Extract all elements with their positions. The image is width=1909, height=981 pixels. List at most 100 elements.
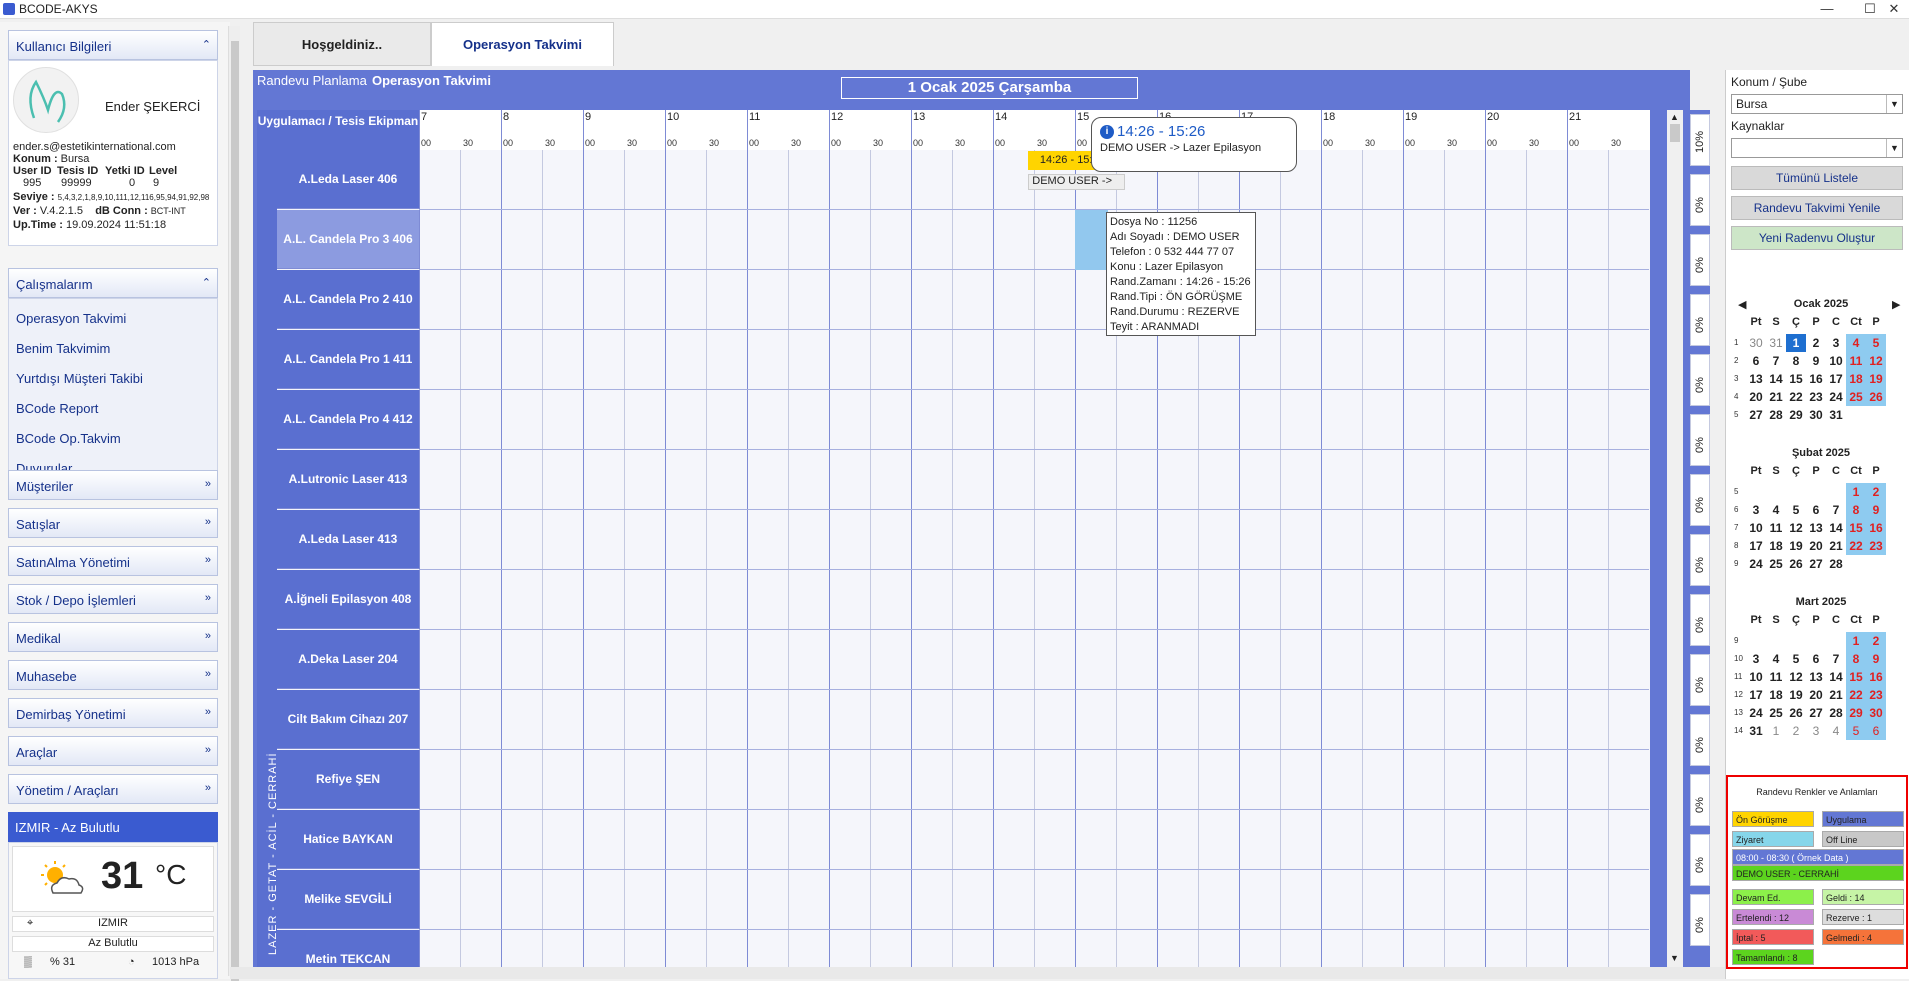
calendar-day[interactable]: 4 [1826,722,1846,740]
calendar-day[interactable]: 1 [1786,334,1806,352]
menu-operasyon-takvimi[interactable]: Operasyon Takvimi [16,311,126,326]
calendar-day[interactable]: 23 [1866,686,1886,704]
calendar-day[interactable]: 21 [1826,686,1846,704]
calendar-day[interactable]: 16 [1806,370,1826,388]
calendar-day[interactable]: 20 [1806,686,1826,704]
calendar-day[interactable]: 18 [1846,370,1866,388]
resource-row-label[interactable]: A.L. Candela Pro 4 412 [277,390,419,449]
resource-row-label[interactable]: Metin TEKCAN [277,930,419,967]
calendar-day[interactable]: 3 [1826,334,1846,352]
calendar-day[interactable]: 21 [1826,537,1846,555]
expand-icon[interactable]: » [205,782,211,794]
expand-icon[interactable]: » [205,516,211,528]
calendar-day[interactable]: 4 [1766,501,1786,519]
calendar-day[interactable]: 14 [1766,370,1786,388]
grid-scroll-thumb[interactable] [1670,124,1680,142]
calendar-day[interactable]: 19 [1786,686,1806,704]
user-info-header[interactable]: Kullanıcı Bilgileri ⌃ [8,30,218,60]
calendar-day[interactable]: 23 [1866,537,1886,555]
calendar-day[interactable]: 14 [1826,668,1846,686]
calendar-day[interactable]: 17 [1746,537,1766,555]
menu-yonetim[interactable]: Yönetim / Araçları » [8,774,218,804]
calendar-day[interactable]: 27 [1806,555,1826,573]
calendar-day[interactable]: 12 [1786,519,1806,537]
resource-row-label[interactable]: A.Leda Laser 406 [277,150,419,209]
calendar-day[interactable]: 11 [1846,352,1866,370]
calendar-day[interactable]: 21 [1766,388,1786,406]
calendar-day[interactable]: 15 [1846,668,1866,686]
calendar-day[interactable]: 8 [1786,352,1806,370]
calendar-day[interactable]: 26 [1866,388,1886,406]
close-button[interactable]: ✕ [1880,0,1908,18]
schedule-grid[interactable]: Uygulamacı / Tesis Ekipman 7 00 30 8 00 30 9 00… [257,110,1650,967]
calendar-day[interactable]: 14 [1826,519,1846,537]
calendar-day[interactable]: 19 [1786,537,1806,555]
calendar-day[interactable]: 5 [1846,722,1866,740]
calendar-day[interactable]: 10 [1826,352,1846,370]
menu-muhasebe[interactable]: Muhasebe » [8,660,218,690]
calendar-day[interactable]: 1 [1766,722,1786,740]
expand-icon[interactable]: » [205,668,211,680]
calendar-day[interactable]: 1 [1846,483,1866,501]
refresh-calendar-button[interactable]: Randevu Takvimi Yenile [1731,196,1903,220]
calendar-day[interactable]: 29 [1786,406,1806,424]
work-header[interactable]: Çalışmalarım ⌃ [8,268,218,298]
calendar-day[interactable]: 6 [1866,722,1886,740]
resource-row-label[interactable]: Refiye ŞEN [277,750,419,809]
new-appointment-button[interactable]: Yeni Radenvu Oluştur [1731,226,1903,250]
calendar-day[interactable]: 12 [1786,668,1806,686]
calendar-day[interactable]: 7 [1826,650,1846,668]
calendar-day[interactable]: 28 [1766,406,1786,424]
calendar-day[interactable]: 10 [1746,668,1766,686]
calendar-day[interactable]: 22 [1786,388,1806,406]
calendar-day[interactable]: 5 [1786,501,1806,519]
calendar-day[interactable]: 2 [1806,334,1826,352]
chevron-down-icon[interactable]: ▼ [1886,95,1902,113]
collapse-icon[interactable]: ⌃ [202,38,211,51]
expand-icon[interactable]: » [205,630,211,642]
calendar-day[interactable]: 2 [1786,722,1806,740]
calendar-day[interactable]: 24 [1826,388,1846,406]
calendar-day[interactable]: 26 [1786,555,1806,573]
calendar-day[interactable]: 8 [1846,501,1866,519]
calendar-day[interactable]: 16 [1866,519,1886,537]
calendar-day[interactable]: 6 [1746,352,1766,370]
calendar-day[interactable]: 9 [1866,650,1886,668]
tab-hosgeldiniz[interactable]: Hoşgeldiniz.. [253,22,431,66]
calendar-day[interactable]: 31 [1826,406,1846,424]
calendar-day[interactable]: 29 [1846,704,1866,722]
scroll-up-icon[interactable]: ▲ [1670,112,1679,122]
menu-satislar[interactable]: Satışlar » [8,508,218,538]
resource-row-label[interactable]: A.L. Candela Pro 1 411 [277,330,419,389]
calendar-day[interactable]: 31 [1766,334,1786,352]
calendar-day[interactable]: 5 [1786,650,1806,668]
calendar-day[interactable]: 3 [1806,722,1826,740]
menu-demirbas[interactable]: Demirbaş Yönetimi » [8,698,218,728]
resource-row-label[interactable]: A.Deka Laser 204 [277,630,419,689]
calendar-day[interactable]: 31 [1746,722,1766,740]
calendar-day[interactable]: 9 [1806,352,1826,370]
calendar-day[interactable]: 20 [1806,537,1826,555]
calendar-day[interactable]: 25 [1766,704,1786,722]
calendar-day[interactable]: 10 [1746,519,1766,537]
left-scrollbar[interactable] [228,26,240,981]
expand-icon[interactable]: » [205,478,211,490]
calendar-day[interactable]: 6 [1806,650,1826,668]
calendar-day[interactable]: 25 [1766,555,1786,573]
calendar-day[interactable]: 30 [1746,334,1766,352]
expand-icon[interactable]: » [205,554,211,566]
calendar-day[interactable]: 24 [1746,704,1766,722]
calendar-day[interactable]: 30 [1806,406,1826,424]
resource-row-label[interactable]: Hatice BAYKAN [277,810,419,869]
calendar-day[interactable]: 28 [1826,555,1846,573]
calendar-day[interactable]: 15 [1786,370,1806,388]
calendar-day[interactable]: 3 [1746,501,1766,519]
menu-bcode-optakvim[interactable]: BCode Op.Takvim [16,431,121,446]
list-all-button[interactable]: Tümünü Listele [1731,166,1903,190]
calendar-day[interactable]: 28 [1826,704,1846,722]
menu-benim-takvimim[interactable]: Benim Takvimim [16,341,110,356]
calendar-day[interactable]: 9 [1866,501,1886,519]
calendar-day[interactable]: 2 [1866,483,1886,501]
calendar-day[interactable]: 12 [1866,352,1886,370]
calendar-day[interactable]: 30 [1866,704,1886,722]
